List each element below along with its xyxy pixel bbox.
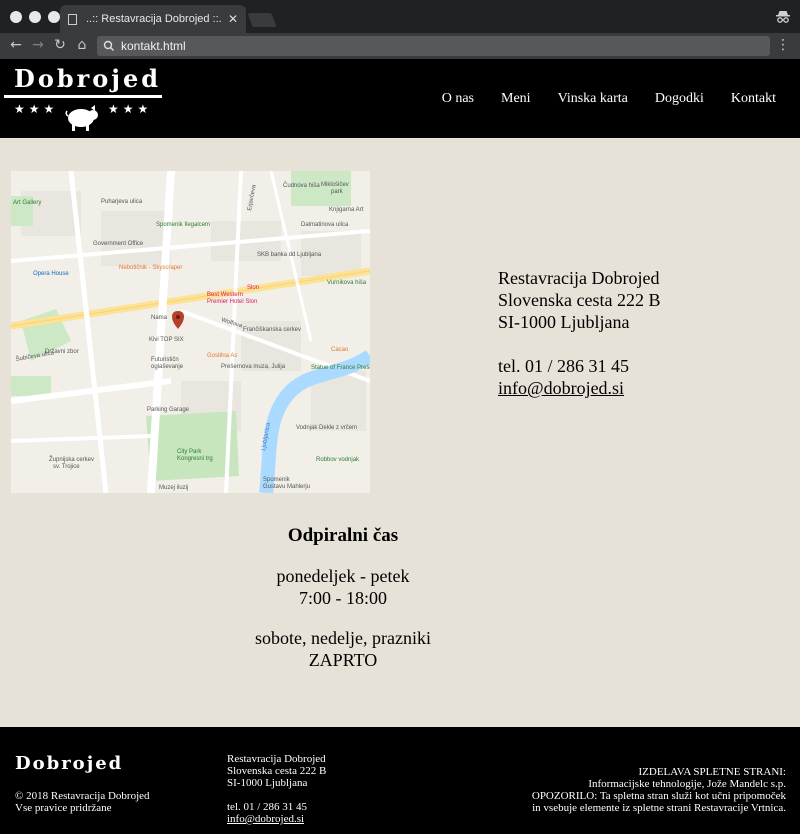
address-bar[interactable]: kontakt.html	[97, 36, 770, 56]
nav-vinska-karta[interactable]: Vinska karta	[558, 91, 628, 107]
svg-text:Government Office: Government Office	[93, 241, 144, 247]
logo-divider	[4, 95, 162, 98]
footer-logo: Dobrojed	[15, 753, 124, 774]
svg-text:Čudnova hiša: Čudnova hiša	[283, 182, 320, 189]
weekend-time: ZAPRTO	[308, 650, 378, 670]
site-footer: Dobrojed © 2018 Restavracija Dobrojed Vs…	[0, 727, 800, 834]
svg-text:SKB banka dd Ljubljana: SKB banka dd Ljubljana	[257, 252, 322, 258]
browser-toolbar: ← → ↻ ⌂ kontakt.html ⋮	[0, 33, 800, 59]
new-tab-button[interactable]	[247, 13, 277, 27]
nav-kontakt[interactable]: Kontakt	[731, 91, 776, 107]
copyright-text: © 2018 Restavracija Dobrojed	[15, 790, 150, 802]
reload-icon[interactable]: ↻	[52, 37, 68, 53]
nav-meni[interactable]: Meni	[501, 91, 531, 107]
svg-text:oglaševanje: oglaševanje	[151, 364, 184, 370]
rights-text: Vse pravice pridržane	[15, 802, 112, 814]
contact-email-link[interactable]: info@dobrojed.si	[498, 378, 624, 398]
svg-text:Kongresni trg: Kongresni trg	[177, 456, 213, 462]
footer-credits: IZDELAVA SPLETNE STRANI: Informacijske t…	[532, 766, 786, 814]
maximize-window-button[interactable]	[48, 11, 60, 23]
contact-street: Slovenska cesta 222 B	[498, 290, 661, 310]
browser-menu-icon[interactable]: ⋮	[776, 38, 790, 52]
map-graphic: Čudnova hiša Miklošičev park Knjigarna A…	[11, 171, 370, 493]
svg-text:Vurnikova hiša: Vurnikova hiša	[327, 280, 367, 286]
weekday-label: ponedeljek - petek	[276, 566, 410, 586]
browser-tab-bar: ..:: Restavracija Dobrojed ::.. ✕	[0, 0, 800, 33]
svg-text:Knjigarna Art: Knjigarna Art	[329, 207, 364, 213]
site-header: Dobrojed ★★★ ★★★ O nas Meni Vinska karta…	[0, 59, 800, 138]
browser-tab[interactable]: ..:: Restavracija Dobrojed ::.. ✕	[60, 5, 246, 33]
svg-text:Statue of France Prešeren: Statue of France Prešeren	[311, 365, 370, 371]
footer-contact: Restavracija Dobrojed Slovenska cesta 22…	[227, 753, 326, 825]
contact-city: SI-1000 Ljubljana	[498, 312, 630, 332]
nav-o-nas[interactable]: O nas	[442, 91, 474, 107]
contact-phone: tel. 01 / 286 31 45	[498, 356, 629, 376]
svg-text:Puharjeva ulica: Puharjeva ulica	[101, 199, 143, 205]
svg-text:Nebotičnik - Skyscraper: Nebotičnik - Skyscraper	[119, 265, 182, 271]
svg-text:Dalmatinova ulica: Dalmatinova ulica	[301, 222, 349, 228]
credits-title: IZDELAVA SPLETNE STRANI:	[638, 766, 787, 778]
address-text: kontakt.html	[121, 39, 186, 53]
credits-line: OPOZORILO: Ta spletna stran služi kot uč…	[531, 790, 786, 802]
main-navigation: O nas Meni Vinska karta Dogodki Kontakt	[415, 91, 776, 107]
window-controls	[10, 11, 60, 23]
close-window-button[interactable]	[10, 11, 22, 23]
footer-copyright: © 2018 Restavracija Dobrojed Vse pravice…	[15, 790, 150, 814]
svg-text:City Park: City Park	[177, 449, 202, 455]
site-logo[interactable]: Dobrojed ★★★ ★★★	[4, 62, 164, 134]
footer-contact-phone: tel. 01 / 286 31 45	[227, 801, 308, 813]
svg-text:Spomenik Ilegalcem: Spomenik Ilegalcem	[156, 222, 210, 228]
svg-text:Vodnjak Dekle z vrčem: Vodnjak Dekle z vrčem	[296, 425, 357, 431]
svg-text:Parking Garage: Parking Garage	[147, 407, 190, 413]
svg-text:Futurističn: Futurističn	[151, 357, 179, 363]
svg-text:Prešernova muza, Julija: Prešernova muza, Julija	[221, 364, 286, 370]
svg-text:Spomenik: Spomenik	[263, 477, 291, 483]
svg-text:Opera House: Opera House	[33, 271, 69, 277]
svg-text:Frančiškanska cerkev: Frančiškanska cerkev	[243, 327, 301, 333]
svg-text:Kivi TOP SIX: Kivi TOP SIX	[149, 337, 184, 343]
search-icon	[103, 40, 115, 52]
contact-address: Restavracija Dobrojed Slovenska cesta 22…	[498, 267, 660, 399]
nav-dogodki[interactable]: Dogodki	[655, 91, 704, 107]
home-icon[interactable]: ⌂	[74, 37, 90, 53]
svg-text:Župnijska cerkev: Župnijska cerkev	[49, 455, 94, 463]
svg-text:sv. Trojice: sv. Trojice	[53, 464, 80, 470]
star-icon: ★★★	[108, 102, 153, 116]
footer-email-link[interactable]: info@dobrojed.si	[227, 813, 304, 825]
footer-contact-city: SI-1000 Ljubljana	[227, 777, 308, 789]
close-tab-icon[interactable]: ✕	[228, 12, 238, 26]
svg-text:Best Western: Best Western	[207, 292, 243, 298]
credits-line: Informacijske tehnologije, Jože Mandelc …	[588, 778, 786, 790]
back-arrow-icon[interactable]: ←	[8, 37, 24, 53]
svg-text:Cacao: Cacao	[331, 347, 349, 353]
star-icon: ★★★	[14, 102, 59, 116]
logo-text: Dobrojed	[14, 64, 161, 93]
opening-hours: Odpiralni čas ponedeljek - petek 7:00 - …	[190, 525, 496, 689]
svg-text:Gostilna As: Gostilna As	[207, 353, 237, 359]
minimize-window-button[interactable]	[29, 11, 41, 23]
credits-line: in vsebuje elemente iz spletne strani Re…	[532, 802, 786, 814]
svg-text:Muzej iluzij: Muzej iluzij	[159, 485, 188, 491]
weekend-label: sobote, nedelje, prazniki	[255, 628, 431, 648]
footer-contact-name: Restavracija Dobrojed	[227, 753, 326, 765]
svg-text:Gustavu Mahlerju: Gustavu Mahlerju	[263, 484, 310, 490]
svg-text:Miklošičev: Miklošičev	[321, 182, 349, 188]
incognito-icon	[776, 11, 790, 23]
svg-text:Robbov vodnjak: Robbov vodnjak	[316, 457, 360, 463]
contact-name: Restavracija Dobrojed	[498, 268, 660, 288]
pig-icon	[65, 105, 98, 131]
location-map[interactable]: Čudnova hiša Miklošičev park Knjigarna A…	[11, 171, 370, 493]
hours-title: Odpiralni čas	[287, 525, 399, 546]
svg-text:Premier Hotel Slon: Premier Hotel Slon	[207, 299, 257, 305]
footer-contact-street: Slovenska cesta 222 B	[227, 765, 327, 777]
svg-text:Art Gallery: Art Gallery	[13, 200, 41, 206]
forward-arrow-icon[interactable]: →	[30, 37, 46, 53]
svg-text:park: park	[331, 189, 344, 195]
svg-text:Slon: Slon	[247, 285, 259, 291]
weekday-time: 7:00 - 18:00	[299, 588, 387, 608]
document-icon	[68, 13, 77, 25]
tab-title: ..:: Restavracija Dobrojed ::..	[86, 13, 222, 25]
svg-text:Nama: Nama	[151, 315, 168, 321]
